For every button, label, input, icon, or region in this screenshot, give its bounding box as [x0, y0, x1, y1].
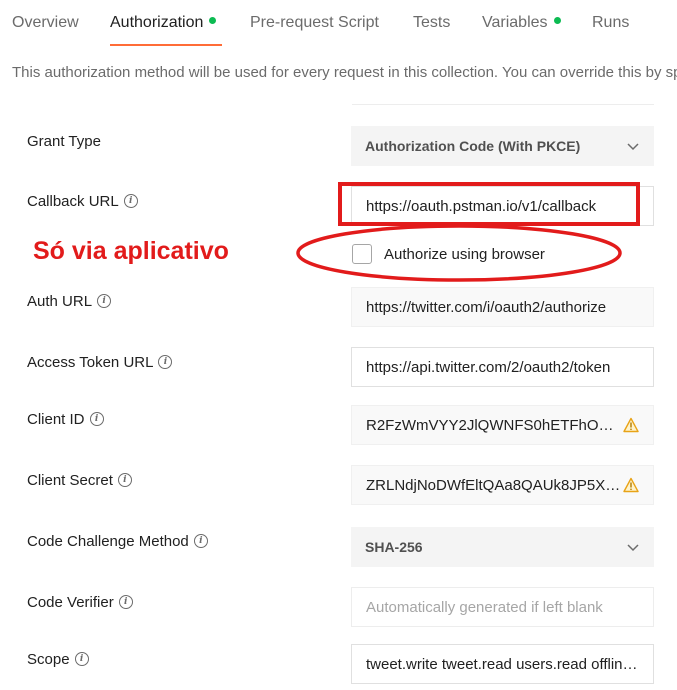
tab-pre-request-script-label: Pre-request Script [250, 14, 379, 31]
access-token-url-label-text: Access Token URL [27, 354, 154, 371]
tab-overview[interactable]: Overview [12, 14, 79, 32]
tab-variables[interactable]: Variables [482, 14, 561, 32]
access-token-url-label: Access Token URL i [27, 354, 173, 371]
client-id-field[interactable]: R2FzWmVYY2JlQWNFS0hETFhOXzlGbVpTOmNp [351, 405, 654, 445]
scope-field[interactable]: tweet.write tweet.read users.read offlin… [351, 644, 654, 684]
client-id-label-text: Client ID [27, 411, 85, 428]
callback-url-label: Callback URL i [27, 193, 138, 210]
code-challenge-method-label-text: Code Challenge Method [27, 533, 189, 550]
warning-icon [623, 417, 639, 433]
tab-runs[interactable]: Runs [592, 14, 629, 32]
auth-url-field[interactable]: https://twitter.com/i/oauth2/authorize [351, 287, 654, 327]
auth-description: This authorization method will be used f… [12, 64, 677, 81]
annotation-highlight-box [338, 182, 640, 226]
access-token-url-field[interactable]: https://api.twitter.com/2/oauth2/token [351, 347, 654, 387]
client-secret-value: ZRLNdjNoDWfEltQAa8QAUk8JP5Xkq2rT [366, 476, 621, 494]
info-icon[interactable]: i [158, 355, 173, 370]
info-icon[interactable]: i [118, 595, 133, 610]
info-icon[interactable]: i [97, 294, 112, 309]
access-token-url-value: https://api.twitter.com/2/oauth2/token [366, 358, 611, 376]
chevron-down-icon [627, 544, 639, 552]
status-dot [209, 17, 217, 25]
active-tab-indicator [110, 44, 222, 46]
client-id-value: R2FzWmVYY2JlQWNFS0hETFhOXzlGbVpTOmNp [366, 416, 621, 434]
grant-type-value: Authorization Code (With PKCE) [365, 138, 581, 154]
info-icon[interactable]: i [74, 652, 89, 667]
tab-authorization-label: Authorization [110, 14, 204, 31]
divider [352, 104, 654, 105]
tab-tests[interactable]: Tests [413, 14, 450, 32]
scope-label-text: Scope [27, 651, 70, 668]
client-id-label: Client ID i [27, 411, 104, 428]
code-verifier-field[interactable]: Automatically generated if left blank [351, 587, 654, 627]
tab-overview-label: Overview [12, 14, 79, 31]
client-secret-label-text: Client Secret [27, 472, 113, 489]
callback-url-label-text: Callback URL [27, 193, 119, 210]
client-secret-label: Client Secret i [27, 472, 132, 489]
tab-tests-label: Tests [413, 14, 451, 31]
code-verifier-label-text: Code Verifier [27, 594, 114, 611]
code-verifier-placeholder: Automatically generated if left blank [366, 598, 603, 616]
tab-bar: Overview Authorization Pre-request Scrip… [0, 0, 677, 48]
warning-icon [623, 477, 639, 493]
grant-type-label: Grant Type [27, 133, 101, 150]
client-secret-field[interactable]: ZRLNdjNoDWfEltQAa8QAUk8JP5Xkq2rT [351, 465, 654, 505]
code-verifier-label: Code Verifier i [27, 594, 133, 611]
info-icon[interactable]: i [117, 473, 132, 488]
grant-type-select[interactable]: Authorization Code (With PKCE) [351, 126, 654, 166]
status-dot [553, 17, 561, 25]
annotation-text: Só via aplicativo [33, 237, 229, 265]
tab-authorization[interactable]: Authorization [110, 14, 217, 32]
info-icon[interactable]: i [123, 194, 138, 209]
code-challenge-method-label: Code Challenge Method i [27, 533, 208, 550]
info-icon[interactable]: i [89, 412, 104, 427]
scope-label: Scope i [27, 651, 89, 668]
code-challenge-method-select[interactable]: SHA-256 [351, 527, 654, 567]
auth-url-value: https://twitter.com/i/oauth2/authorize [366, 298, 607, 316]
code-challenge-method-value: SHA-256 [365, 539, 423, 555]
info-icon[interactable]: i [193, 534, 208, 549]
tab-variables-label: Variables [482, 14, 548, 31]
chevron-down-icon [627, 143, 639, 151]
tab-runs-label: Runs [592, 14, 630, 31]
grant-type-label-text: Grant Type [27, 133, 101, 150]
scope-value: tweet.write tweet.read users.read offlin… [366, 655, 639, 673]
annotation-ellipse [296, 224, 622, 282]
tab-pre-request-script[interactable]: Pre-request Script [250, 14, 379, 32]
auth-url-label: Auth URL i [27, 293, 112, 310]
auth-url-label-text: Auth URL [27, 293, 93, 310]
